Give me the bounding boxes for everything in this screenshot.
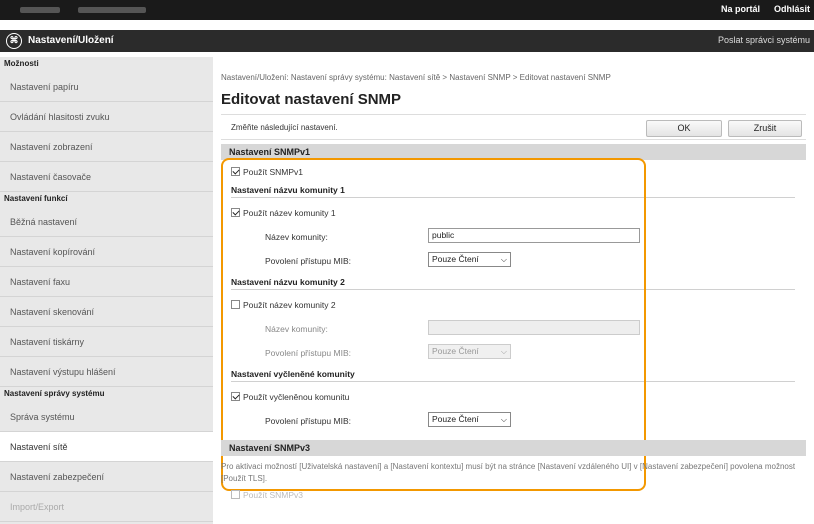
snmpv3-info-text: Pro aktivaci možností [Uživatelská nasta… — [221, 462, 796, 483]
sidebar-item-paper[interactable]: Nastavení papíru — [0, 72, 213, 102]
sidebar-heading-system-management: Nastavení správy systému — [4, 389, 105, 398]
sidebar-item-common[interactable]: Běžná nastavení — [0, 207, 213, 237]
community2-name-input[interactable] — [428, 320, 640, 335]
community2-mib-select[interactable]: Pouze Čtení ⌵ — [428, 344, 511, 359]
community1-mib-label: Povolení přístupu MIB: — [265, 256, 351, 266]
use-community2-checkbox[interactable] — [231, 300, 240, 309]
use-dedicated-community-label: Použít vyčleněnou komunitu — [243, 392, 350, 402]
dedicated-mib-label: Povolení přístupu MIB: — [265, 416, 351, 426]
cancel-button[interactable]: Zrušit — [728, 120, 802, 137]
sidebar-item-timer[interactable]: Nastavení časovače — [0, 162, 213, 192]
sidebar-item-display[interactable]: Nastavení zobrazení — [0, 132, 213, 162]
sidebar-item-volume[interactable]: Ovládání hlasitosti zvuku — [0, 102, 213, 132]
send-to-admin-link[interactable]: Poslat správci systému — [718, 35, 810, 45]
sidebar-item-import-export[interactable]: Import/Export — [0, 492, 213, 522]
portal-link[interactable]: Na portál — [721, 4, 760, 14]
use-community1-checkbox[interactable] — [231, 208, 240, 217]
use-dedicated-community-row: Použít vyčleněnou komunitu — [231, 392, 349, 402]
breadcrumb: Nastavení/Uložení: Nastavení správy syst… — [221, 73, 611, 82]
sidebar-item-scan[interactable]: Nastavení skenování — [0, 297, 213, 327]
use-community1-row: Použít název komunity 1 — [231, 208, 336, 218]
title-bar: ⌘ Nastavení/Uložení Poslat správci systé… — [0, 30, 814, 52]
device-name-blurred — [20, 7, 60, 13]
logout-link[interactable]: Odhlásit — [774, 4, 810, 14]
snmpv3-section-heading: Nastavení SNMPv3 — [221, 440, 806, 456]
main-content: Nastavení/Uložení: Nastavení správy syst… — [221, 57, 814, 524]
instruction-text: Změňte následující nastavení. — [231, 123, 338, 132]
sidebar-item-fax[interactable]: Nastavení faxu — [0, 267, 213, 297]
chevron-down-icon: ⌵ — [500, 415, 507, 424]
chevron-down-icon: ⌵ — [500, 255, 507, 264]
use-snmpv3-checkbox[interactable] — [231, 490, 240, 499]
community1-heading: Nastavení názvu komunity 1 — [231, 183, 795, 198]
dedicated-mib-value: Pouze Čtení — [432, 414, 479, 424]
community1-name-input[interactable]: public — [428, 228, 640, 243]
settings-logo-icon: ⌘ — [6, 33, 22, 49]
community1-mib-value: Pouze Čtení — [432, 254, 479, 264]
sidebar-heading-functions: Nastavení funkcí — [4, 194, 68, 203]
top-bar: Na portál Odhlásit — [0, 0, 814, 20]
use-snmpv3-label: Použít SNMPv3 — [243, 490, 303, 500]
community2-name-label: Název komunity: — [265, 324, 328, 334]
dedicated-mib-select[interactable]: Pouze Čtení ⌵ — [428, 412, 511, 427]
sidebar-item-network[interactable]: Nastavení sítě — [0, 432, 213, 462]
app-title: Nastavení/Uložení — [28, 35, 114, 46]
use-snmpv1-label: Použít SNMPv1 — [243, 167, 303, 177]
community2-mib-value: Pouze Čtení — [432, 346, 479, 356]
use-community2-row: Použít název komunity 2 — [231, 300, 336, 310]
sidebar-item-copy[interactable]: Nastavení kopírování — [0, 237, 213, 267]
page-title: Editovat nastavení SNMP — [221, 91, 402, 108]
device-info-blurred — [78, 7, 146, 13]
chevron-down-icon: ⌵ — [500, 347, 507, 356]
community1-name-label: Název komunity: — [265, 232, 328, 242]
sidebar: Možnosti Nastavení papíru Ovládání hlasi… — [0, 57, 213, 524]
snmpv1-section-heading: Nastavení SNMPv1 — [221, 144, 806, 160]
community2-heading: Nastavení názvu komunity 2 — [231, 275, 795, 290]
use-dedicated-community-checkbox[interactable] — [231, 392, 240, 401]
sidebar-item-security[interactable]: Nastavení zabezpečení — [0, 462, 213, 492]
sidebar-item-report-output[interactable]: Nastavení výstupu hlášení — [0, 357, 213, 387]
instruction-row: Změňte následující nastavení. OK Zrušit — [221, 114, 806, 140]
sidebar-item-printer[interactable]: Nastavení tiskárny — [0, 327, 213, 357]
use-snmpv1-checkbox[interactable] — [231, 167, 240, 176]
community1-mib-select[interactable]: Pouze Čtení ⌵ — [428, 252, 511, 267]
use-snmpv3-row: Použít SNMPv3 — [231, 490, 303, 500]
community2-mib-label: Povolení přístupu MIB: — [265, 348, 351, 358]
dedicated-community-heading: Nastavení vyčleněné komunity — [231, 367, 795, 382]
ok-button[interactable]: OK — [646, 120, 722, 137]
sidebar-heading-options: Možnosti — [4, 59, 39, 68]
sidebar-item-system-management[interactable]: Správa systému — [0, 402, 213, 432]
use-community2-label: Použít název komunity 2 — [243, 300, 336, 310]
use-community1-label: Použít název komunity 1 — [243, 208, 336, 218]
use-snmpv1-row: Použít SNMPv1 — [231, 167, 303, 177]
